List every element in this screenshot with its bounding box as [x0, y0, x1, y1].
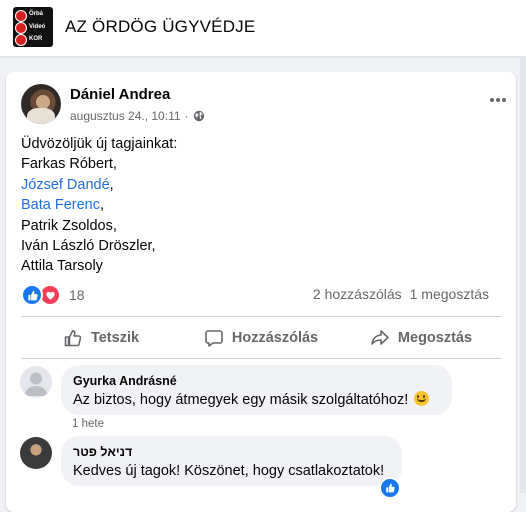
- post-line: Patrik Zsoldos,: [21, 217, 117, 234]
- post-line: Iván László Dröszler,: [21, 238, 156, 255]
- meta-separator: ·: [184, 109, 189, 123]
- divider: [21, 358, 501, 359]
- like-label: Tetszik: [90, 330, 140, 346]
- post-line: Bata Ferenc,: [21, 197, 105, 214]
- reaction-count[interactable]: 18: [69, 287, 85, 303]
- post-actions: Tetszik Hozzászólás Megosztás: [21, 318, 501, 358]
- post-timestamp[interactable]: augusztus 24., 10:11: [70, 109, 181, 123]
- like-reaction-icon: [21, 284, 43, 306]
- thumb-label-2: Videó: [29, 24, 46, 30]
- comment-text: Az biztos, hogy átmegyek egy másik szolg…: [73, 391, 440, 410]
- red-circle-icon: [15, 34, 27, 46]
- comments-count[interactable]: 2 hozzászólás: [313, 286, 402, 302]
- mention-link[interactable]: József Dandé: [21, 177, 110, 193]
- share-icon: [371, 330, 389, 345]
- commenter-name[interactable]: דניאל פטר: [73, 444, 390, 460]
- share-button[interactable]: Megosztás: [341, 318, 501, 358]
- comment-like-badge[interactable]: [379, 477, 401, 499]
- post-line: Üdvözöljük új tagjainkat:: [21, 136, 178, 152]
- post-line: Attila Tarsoly: [21, 258, 103, 275]
- thumb-label-3: KOR: [29, 36, 43, 42]
- post-author[interactable]: Dániel Andrea: [70, 86, 170, 103]
- comment-label: Hozzászólás: [231, 330, 319, 346]
- red-circle-icon: [15, 22, 27, 34]
- scrollbar-track[interactable]: [520, 56, 526, 493]
- group-header: Örbá Videó KOR AZ ÖRDÖG ÜGYVÉDJE: [0, 0, 526, 56]
- author-avatar[interactable]: [21, 84, 61, 124]
- comment-bubble: Gyurka Andrásné Az biztos, hogy átmegyek…: [61, 365, 452, 415]
- smile-emoji-icon: [414, 391, 430, 406]
- thumbs-up-icon: [64, 330, 82, 347]
- post-meta: augusztus 24., 10:11 ·: [70, 109, 205, 123]
- post-card: Dániel Andrea augusztus 24., 10:11 · Üdv…: [6, 72, 516, 512]
- comment-button[interactable]: Hozzászólás: [181, 318, 341, 358]
- shares-count[interactable]: 1 megosztás: [410, 286, 489, 302]
- mention-link[interactable]: Bata Ferenc: [21, 197, 100, 213]
- group-title[interactable]: AZ ÖRDÖG ÜGYVÉDJE: [65, 17, 255, 37]
- post-line: Farkas Róbert,: [21, 156, 117, 173]
- red-circle-icon: [15, 10, 27, 22]
- thumb-label-1: Örbá: [29, 11, 44, 17]
- commenter-name[interactable]: Gyurka Andrásné: [73, 373, 440, 389]
- default-avatar-icon: [24, 372, 48, 396]
- globe-icon: [193, 110, 204, 122]
- like-button[interactable]: Tetszik: [21, 318, 181, 358]
- divider: [21, 316, 501, 317]
- post-line: József Dandé,: [21, 176, 114, 193]
- comment-text: Kedves új tagok! Köszönet, hogy csatlako…: [73, 463, 385, 479]
- post-stats: 2 hozzászólás 1 megosztás: [313, 286, 489, 302]
- reaction-summary[interactable]: 18: [21, 284, 85, 306]
- post-body: Üdvözöljük új tagjainkat: Farkas Róbert,…: [21, 134, 177, 277]
- commenter-avatar[interactable]: [20, 437, 52, 469]
- group-thumbnail[interactable]: Örbá Videó KOR: [13, 7, 53, 47]
- more-options-icon[interactable]: [486, 88, 510, 112]
- comment-bubble: דניאל פטר Kedves új tagok! Köszönet, hog…: [61, 436, 402, 486]
- thumbs-up-icon: [386, 483, 395, 493]
- comment-icon: [205, 330, 223, 347]
- commenter-avatar[interactable]: [20, 366, 52, 398]
- share-label: Megosztás: [397, 330, 473, 346]
- comment-time[interactable]: 1 hete: [72, 418, 104, 430]
